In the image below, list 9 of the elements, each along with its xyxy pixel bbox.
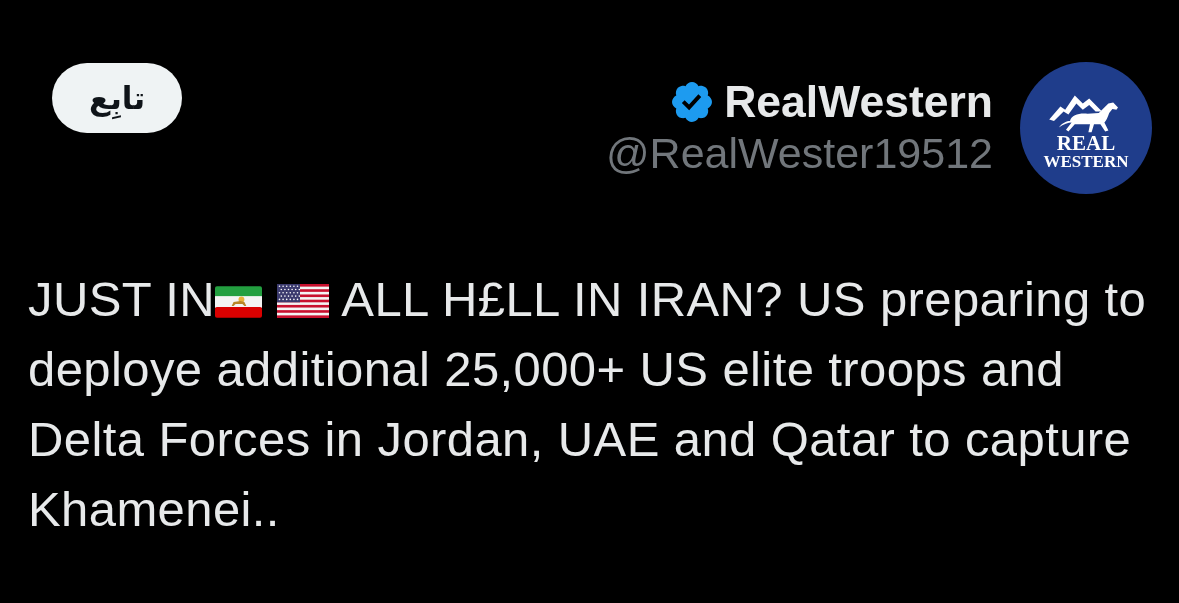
logo-text: REAL [1056, 133, 1116, 153]
iran-flag-icon [215, 286, 263, 318]
us-flag-icon [276, 284, 331, 318]
post-text: JUST IN ALL H£LL IN IRAN? US preparing to deploye additional 25,000+ US elite troops and Delta Forces in Jordan, UAE and Qatar to capture Khamenei.. [28, 271, 1148, 538]
logo-text: WESTERN [1043, 153, 1129, 171]
follow-button[interactable]: تابِع [52, 63, 183, 133]
avatar-logo[interactable]: REAL WESTERN [1020, 62, 1152, 194]
display-name[interactable]: RealWestern [724, 77, 993, 127]
user-handle[interactable]: @RealWester19512 [605, 127, 993, 179]
